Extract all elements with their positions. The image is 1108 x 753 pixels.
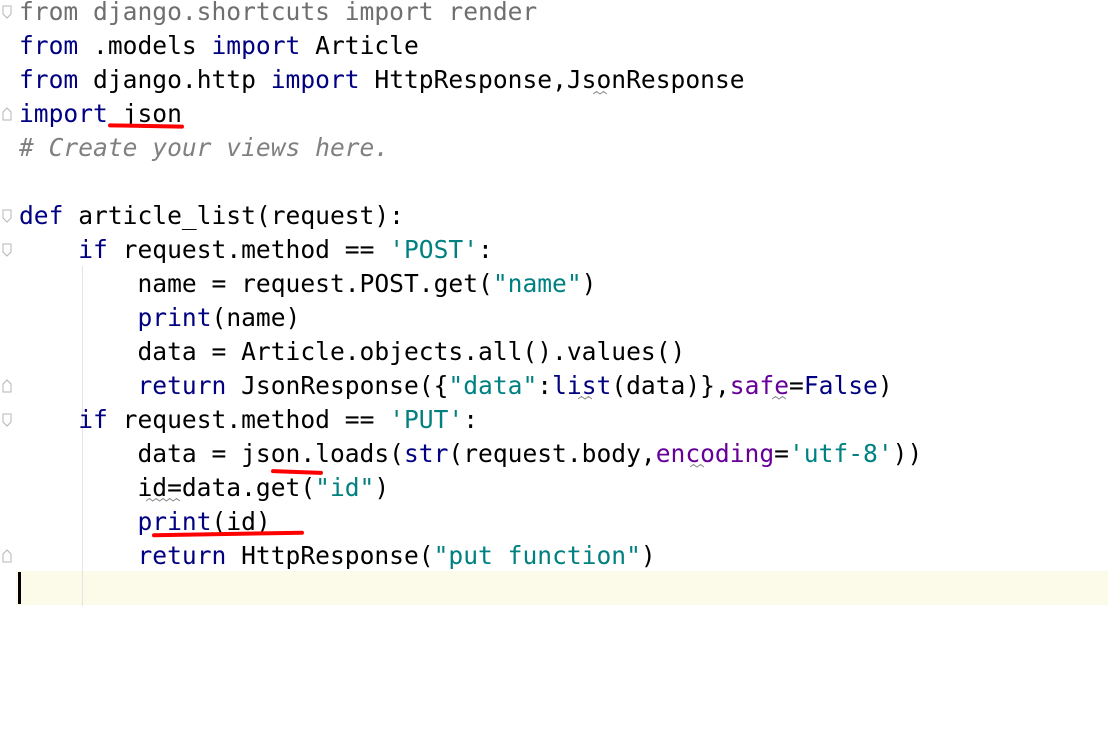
code-token: data = json.loads( — [19, 439, 404, 468]
code-token: encoding — [655, 439, 775, 468]
code-token: = — [789, 371, 804, 400]
code-line[interactable]: data = Article.objects.all().values() — [19, 335, 685, 369]
code-token: from django.shortcuts import render — [19, 0, 538, 26]
code-token: str — [403, 439, 449, 468]
code-token: ) — [581, 269, 597, 298]
code-token: False — [803, 371, 878, 400]
code-token: from — [19, 31, 79, 60]
code-token: = — [774, 439, 789, 468]
code-line[interactable]: data = json.loads(str(request.body,encod… — [19, 437, 922, 471]
code-line[interactable]: id=data.get("id") — [19, 471, 389, 505]
code-line[interactable]: # Create your views here. — [19, 131, 389, 165]
code-token: (data)}, — [611, 371, 730, 400]
code-token: Article — [300, 31, 419, 60]
code-line[interactable]: print(name) — [19, 301, 300, 335]
fold-close-icon[interactable] — [2, 107, 12, 121]
code-token: # Create your views here. — [19, 133, 390, 162]
code-token: import — [270, 65, 360, 94]
warning-squiggle — [578, 396, 592, 400]
code-token: request.method == — [107, 235, 390, 264]
code-token: data = Article.objects.all().values() — [19, 337, 686, 366]
code-token: : — [478, 235, 493, 264]
code-token: import — [19, 99, 108, 128]
fold-close-icon[interactable] — [2, 549, 12, 563]
code-token: if — [78, 235, 108, 264]
code-line[interactable]: from django.shortcuts import render — [19, 0, 537, 29]
code-line[interactable]: if request.method == 'PUT': — [19, 403, 478, 437]
code-line[interactable]: if request.method == 'POST': — [19, 233, 493, 267]
code-token: article_list(request): — [63, 201, 404, 230]
fold-open-icon[interactable] — [2, 209, 12, 223]
fold-gutter — [0, 0, 16, 753]
code-line[interactable]: name = request.POST.get("name") — [19, 267, 596, 301]
code-token: HttpResponse( — [226, 541, 434, 570]
text-caret — [18, 572, 21, 604]
code-token: ) — [374, 473, 390, 502]
code-line[interactable]: from django.http import HttpResponse,Jso… — [19, 63, 745, 97]
code-token: (request.body, — [448, 439, 656, 468]
code-token: ) — [640, 541, 656, 570]
code-token: "name" — [492, 269, 582, 298]
code-token: if — [78, 405, 108, 434]
warning-squiggle — [772, 396, 786, 400]
code-line[interactable]: def article_list(request): — [19, 199, 404, 233]
code-token: )) — [892, 439, 923, 468]
code-line[interactable]: return JsonResponse({"data":list(data)},… — [19, 369, 893, 403]
code-token: from — [19, 65, 79, 94]
fold-open-icon[interactable] — [2, 243, 12, 257]
current-line-highlight — [16, 571, 1108, 605]
code-token: "id" — [315, 473, 375, 502]
code-token: (name) — [211, 303, 301, 332]
code-token: return — [137, 541, 227, 570]
code-token: "put function" — [433, 541, 641, 570]
code-token: name = request.POST.get( — [19, 269, 493, 298]
code-token: 'PUT' — [389, 405, 464, 434]
code-token: return — [137, 371, 227, 400]
code-line[interactable]: from .models import Article — [19, 29, 419, 63]
code-token: request.method == — [107, 405, 390, 434]
code-token: : — [537, 371, 553, 400]
code-line[interactable]: return HttpResponse("put function") — [19, 539, 656, 573]
code-token: 'POST' — [389, 235, 479, 264]
code-token: def — [19, 201, 64, 230]
fold-close-icon[interactable] — [2, 379, 12, 393]
warning-squiggle — [690, 464, 704, 468]
fold-open-icon[interactable] — [2, 413, 12, 427]
code-token: HttpResponse,JsonResponse — [359, 65, 745, 94]
code-token: : — [463, 405, 479, 434]
code-token: "data" — [448, 371, 538, 400]
warning-squiggle — [593, 91, 607, 95]
code-token: import — [211, 31, 301, 60]
fold-open-icon[interactable] — [2, 5, 12, 19]
code-token: print — [137, 303, 212, 332]
code-token: JsonResponse({ — [226, 371, 449, 400]
code-token: 'utf-8' — [788, 439, 893, 468]
code-token: .models — [78, 31, 212, 60]
code-token: django.http — [78, 65, 271, 94]
code-token: ) — [877, 371, 893, 400]
code-editor[interactable]: from django.shortcuts import render from … — [0, 0, 1108, 753]
warning-squiggle — [146, 498, 180, 502]
